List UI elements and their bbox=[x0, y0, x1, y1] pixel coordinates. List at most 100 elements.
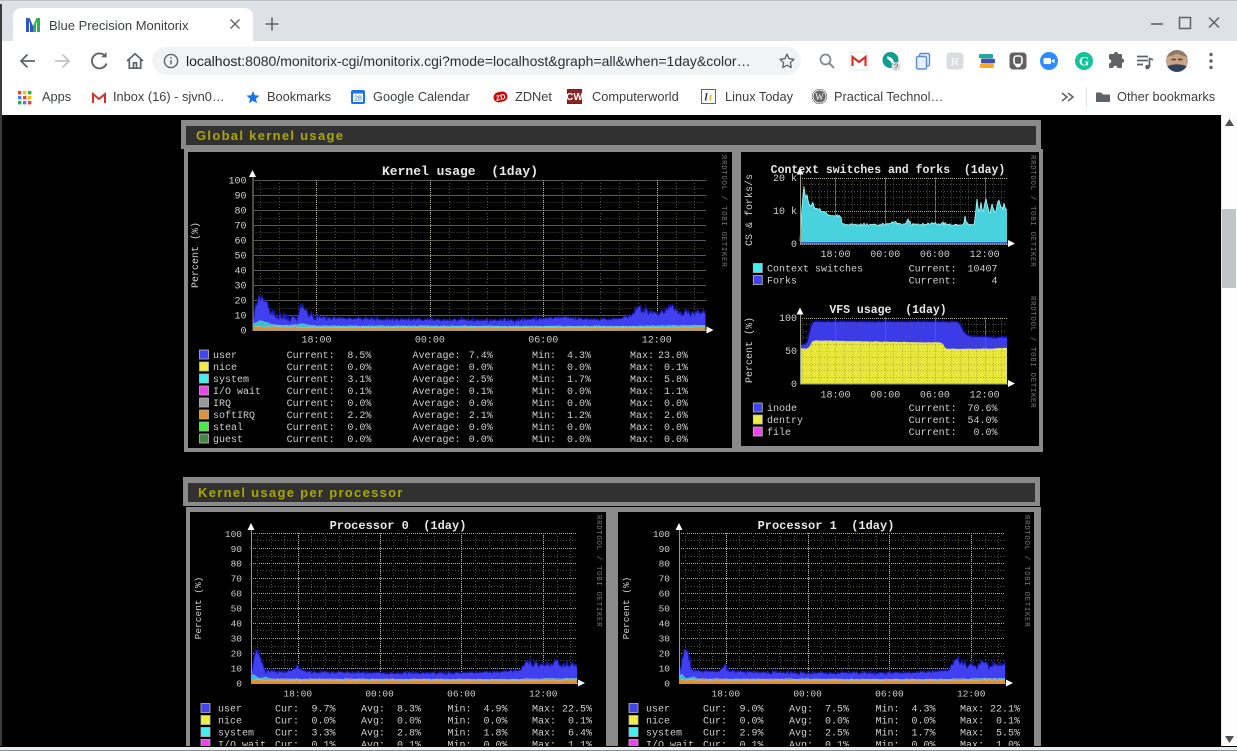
svg-text:Average:: Average: bbox=[413, 435, 461, 446]
svg-text:60: 60 bbox=[659, 589, 671, 600]
svg-text:0.0%: 0.0% bbox=[347, 363, 371, 374]
svg-text:40: 40 bbox=[234, 267, 246, 278]
svg-text:Average:: Average: bbox=[413, 411, 461, 422]
svg-text:nice: nice bbox=[218, 716, 242, 728]
svg-text:12:00: 12:00 bbox=[529, 689, 558, 700]
svg-text:06:00: 06:00 bbox=[920, 391, 950, 402]
svg-text:Percent (%): Percent (%) bbox=[190, 222, 202, 288]
svg-text:0.1%: 0.1% bbox=[664, 363, 688, 374]
svg-text:Avg:: Avg: bbox=[789, 729, 813, 740]
svg-text:user: user bbox=[213, 351, 237, 362]
svg-text:Max:: Max: bbox=[630, 363, 654, 374]
svg-text:0.1%: 0.1% bbox=[469, 387, 493, 398]
svg-text:0.0%: 0.0% bbox=[347, 423, 371, 434]
svg-text:Percent (%): Percent (%) bbox=[621, 577, 632, 640]
svg-text:12:00: 12:00 bbox=[970, 391, 1000, 402]
svg-text:1.7%: 1.7% bbox=[911, 729, 935, 740]
svg-text:0.0%: 0.0% bbox=[469, 423, 493, 434]
svg-text:00:00: 00:00 bbox=[365, 689, 394, 700]
svg-text:file: file bbox=[767, 427, 791, 439]
svg-text:06:00: 06:00 bbox=[875, 689, 904, 700]
svg-text:Average:: Average: bbox=[413, 423, 461, 434]
svg-text:Cur:: Cur: bbox=[703, 741, 727, 747]
svg-text:4.3%: 4.3% bbox=[567, 351, 591, 362]
svg-text:0.0%: 0.0% bbox=[739, 717, 763, 728]
svg-text:Average:: Average: bbox=[413, 363, 461, 374]
svg-text:nice: nice bbox=[646, 716, 670, 728]
svg-text:0.0%: 0.0% bbox=[567, 387, 591, 398]
svg-text:06:00: 06:00 bbox=[528, 336, 558, 347]
svg-text:0.0%: 0.0% bbox=[973, 428, 997, 439]
svg-text:0: 0 bbox=[791, 240, 797, 251]
svg-text:00:00: 00:00 bbox=[793, 689, 822, 700]
svg-text:0.0%: 0.0% bbox=[567, 363, 591, 374]
svg-text:steal: steal bbox=[213, 422, 243, 434]
svg-text:70: 70 bbox=[234, 222, 246, 233]
svg-text:06:00: 06:00 bbox=[447, 689, 476, 700]
svg-text:Processor 0 (1day): Processor 0 (1day) bbox=[330, 519, 467, 533]
svg-text:0.0%: 0.0% bbox=[483, 717, 507, 728]
svg-text:22.1%: 22.1% bbox=[990, 705, 1020, 716]
svg-text:0.0%: 0.0% bbox=[347, 435, 371, 446]
svg-text:Forks: Forks bbox=[767, 276, 797, 288]
svg-text:Min:: Min: bbox=[448, 704, 472, 716]
svg-text:50: 50 bbox=[659, 604, 671, 615]
svg-text:2.2%: 2.2% bbox=[347, 411, 371, 422]
svg-text:Cur:: Cur: bbox=[703, 705, 727, 716]
svg-text:8.3%: 8.3% bbox=[397, 705, 421, 716]
svg-text:CW: CW bbox=[567, 92, 582, 103]
svg-text:Current:: Current: bbox=[909, 416, 957, 427]
svg-text:Current:: Current: bbox=[287, 387, 335, 398]
svg-text:2.6%: 2.6% bbox=[664, 411, 688, 422]
svg-text:3.3%: 3.3% bbox=[311, 729, 335, 740]
svg-text:inode: inode bbox=[767, 403, 797, 415]
svg-text:Max:: Max: bbox=[960, 729, 984, 740]
svg-text:Average:: Average: bbox=[413, 351, 461, 362]
svg-text:R: R bbox=[951, 55, 960, 69]
svg-text:54.0%: 54.0% bbox=[967, 416, 997, 427]
svg-text:I/O wait: I/O wait bbox=[646, 740, 694, 747]
svg-text:4.9%: 4.9% bbox=[483, 705, 507, 716]
svg-text:7.4%: 7.4% bbox=[469, 351, 493, 362]
svg-text:RRDTOOL / TOBI OETIKER: RRDTOOL / TOBI OETIKER bbox=[719, 155, 727, 267]
svg-text:5.8%: 5.8% bbox=[664, 375, 688, 386]
svg-text:Min:: Min: bbox=[448, 740, 472, 747]
svg-text:Cur:: Cur: bbox=[275, 741, 299, 747]
svg-text:10: 10 bbox=[231, 664, 243, 675]
svg-text:2.5%: 2.5% bbox=[825, 729, 849, 740]
svg-text:8.5%: 8.5% bbox=[347, 351, 371, 362]
svg-text:CS & forks/s: CS & forks/s bbox=[744, 174, 756, 246]
svg-text:2.9%: 2.9% bbox=[739, 729, 763, 740]
svg-text:12:00: 12:00 bbox=[957, 689, 986, 700]
svg-text:Max:: Max: bbox=[960, 717, 984, 728]
svg-text:Current:: Current: bbox=[909, 428, 957, 439]
svg-text:23.0%: 23.0% bbox=[658, 351, 688, 362]
svg-text:20: 20 bbox=[231, 649, 243, 660]
svg-text:0.0%: 0.0% bbox=[469, 435, 493, 446]
svg-text:0.1%: 0.1% bbox=[568, 717, 592, 728]
svg-text:18:00: 18:00 bbox=[820, 250, 850, 261]
svg-text:I/O wait: I/O wait bbox=[213, 386, 261, 398]
svg-text:system: system bbox=[218, 729, 254, 740]
svg-text:1.0%: 1.0% bbox=[996, 741, 1020, 747]
svg-text:Max:: Max: bbox=[960, 741, 984, 747]
svg-text:Max:: Max: bbox=[630, 435, 654, 446]
svg-text:0.1%: 0.1% bbox=[347, 387, 371, 398]
svg-text:Min:: Min: bbox=[532, 362, 556, 374]
svg-text:0.0%: 0.0% bbox=[567, 435, 591, 446]
svg-text:28: 28 bbox=[354, 96, 362, 103]
svg-text:Percent (%): Percent (%) bbox=[744, 317, 756, 383]
svg-text:Max:: Max: bbox=[630, 399, 654, 410]
svg-text:0.0%: 0.0% bbox=[825, 717, 849, 728]
svg-text:30: 30 bbox=[234, 282, 246, 293]
svg-text:VFS usage (1day): VFS usage (1day) bbox=[829, 304, 946, 317]
svg-text:Max:: Max: bbox=[630, 351, 654, 362]
svg-text:0.0%: 0.0% bbox=[483, 741, 507, 747]
svg-text:0: 0 bbox=[791, 380, 797, 391]
svg-text:Avg:: Avg: bbox=[361, 705, 385, 716]
svg-text:Current:: Current: bbox=[287, 399, 335, 410]
svg-text:Cur:: Cur: bbox=[275, 729, 299, 740]
svg-text:2.8%: 2.8% bbox=[397, 729, 421, 740]
svg-text:softIRQ: softIRQ bbox=[213, 410, 255, 422]
svg-text:10: 10 bbox=[234, 312, 246, 323]
